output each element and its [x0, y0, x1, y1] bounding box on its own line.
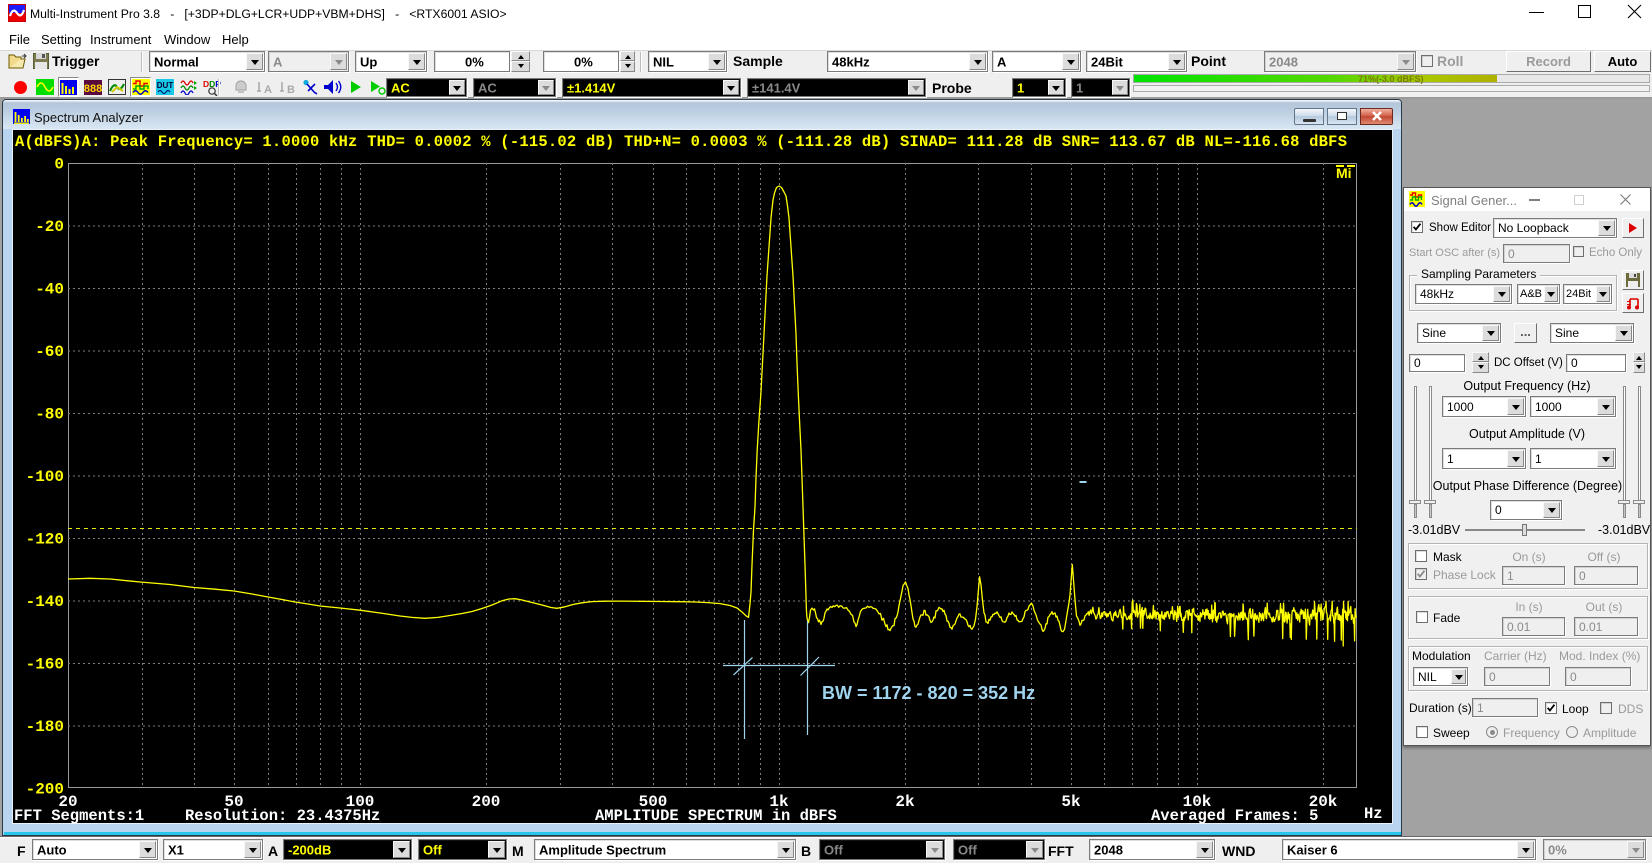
svg-text:Mi: Mi	[1336, 165, 1352, 181]
svg-text:-100: -100	[26, 468, 64, 486]
svg-text:BW = 1172 - 820 = 352 Hz: BW = 1172 - 820 = 352 Hz	[822, 683, 1035, 703]
svg-text:-180: -180	[26, 718, 64, 736]
svg-text:5k: 5k	[1061, 793, 1081, 811]
svg-text:-140: -140	[26, 593, 64, 611]
svg-text:-120: -120	[26, 531, 64, 549]
svg-text:FFT Segments:1: FFT Segments:1	[14, 807, 144, 825]
svg-text:200: 200	[472, 793, 501, 811]
svg-text:-160: -160	[26, 656, 64, 674]
svg-text:-40: -40	[35, 281, 64, 299]
svg-text:Resolution: 23.4375Hz: Resolution: 23.4375Hz	[185, 807, 380, 825]
svg-text:A(dBFS)A: Peak Frequency= 1.0: A(dBFS)A: Peak Frequency= 1.0000 kHz THD…	[15, 133, 1347, 151]
svg-text:2k: 2k	[895, 793, 915, 811]
svg-text:Averaged Frames: 5: Averaged Frames: 5	[1151, 807, 1318, 825]
svg-text:Hz: Hz	[1364, 805, 1383, 823]
svg-text:AMPLITUDE SPECTRUM in dBFS: AMPLITUDE SPECTRUM in dBFS	[595, 807, 837, 825]
svg-text:0: 0	[54, 156, 64, 174]
svg-text:-80: -80	[35, 406, 64, 424]
svg-text:-20: -20	[35, 218, 64, 236]
svg-text:-60: -60	[35, 343, 64, 361]
